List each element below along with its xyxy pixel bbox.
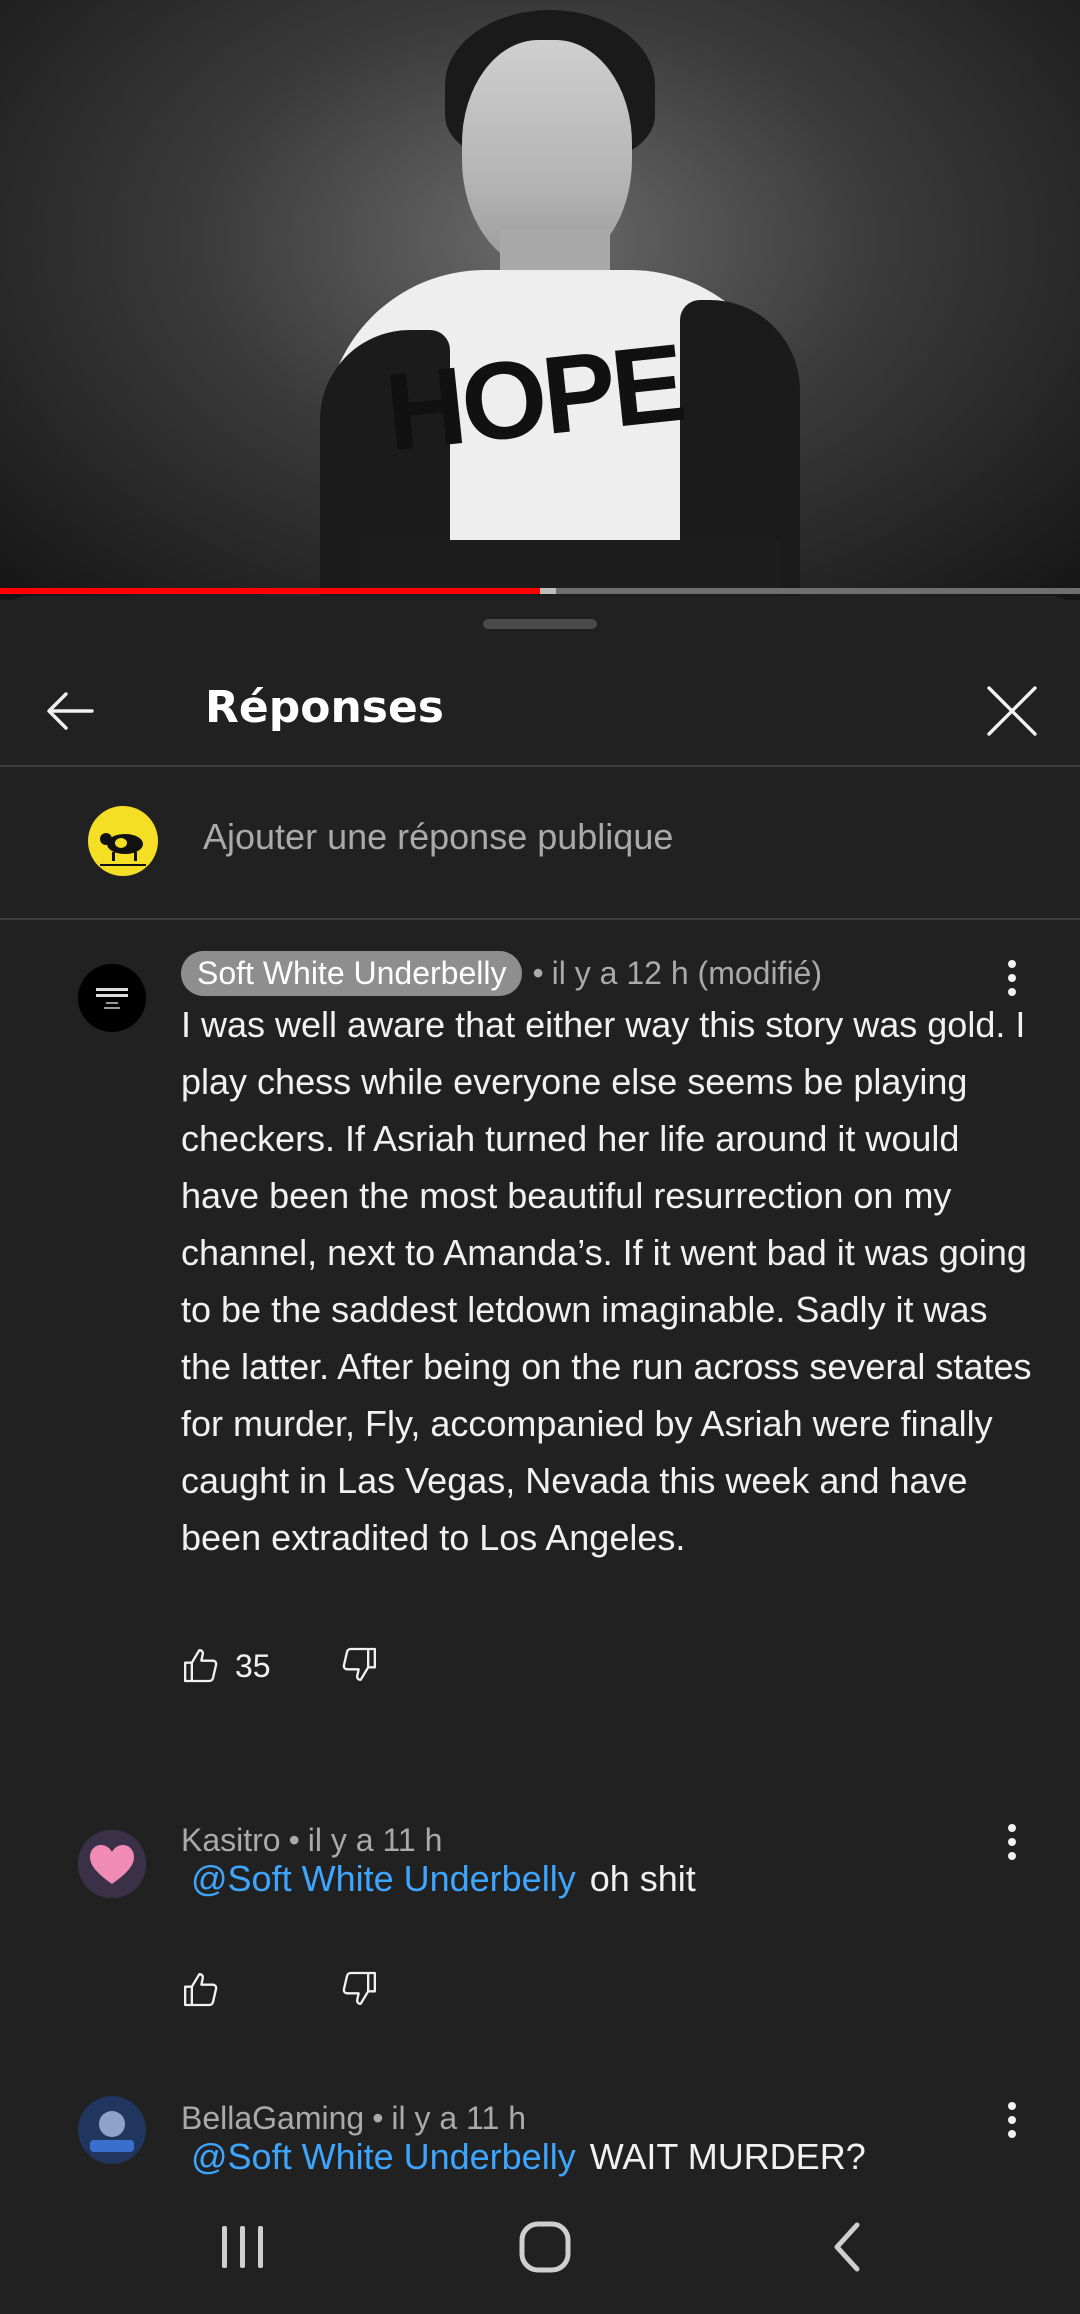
comment-text: @Soft White Underbelly WAIT MURDER? (181, 2128, 1041, 2178)
reply-input[interactable]: Ajouter une réponse publique (203, 816, 673, 858)
thumb-down-icon (342, 1647, 376, 1681)
channel-logo-icon (96, 988, 128, 1009)
thumb-down-icon (342, 1971, 376, 2005)
avatar (88, 806, 158, 876)
close-icon (987, 686, 1037, 736)
thumb-up-icon (184, 1649, 218, 1683)
home-button[interactable] (485, 2202, 605, 2292)
drag-handle[interactable] (483, 619, 597, 629)
recents-button[interactable] (183, 2202, 303, 2292)
comment-item: BellaGaming • il y a 11 h @Soft White Un… (0, 2096, 1080, 2178)
avatar[interactable] (78, 2096, 146, 2164)
nav-back-icon (834, 2222, 860, 2272)
comment-text: I was well aware that either way this st… (181, 1004, 1032, 1558)
panel-title: Réponses (205, 682, 444, 733)
heart-icon (78, 1830, 146, 1898)
comment-actions: 35 (181, 1636, 376, 1696)
dislike-button[interactable] (339, 1644, 379, 1689)
comment-time: il y a 12 h (modifié) (551, 954, 822, 991)
comment-text-content: oh shit (589, 1858, 696, 1899)
meta-separator: • (532, 954, 544, 991)
like-count: 35 (235, 1647, 271, 1684)
like-button[interactable]: 35 (181, 1646, 271, 1686)
more-vert-icon (1008, 960, 1016, 996)
video-progress-played (0, 588, 540, 594)
mention-link[interactable]: @Soft White Underbelly (191, 1858, 576, 1899)
thumb-up-icon (184, 1973, 218, 2007)
cow-logo-icon (100, 833, 146, 866)
back-arrow-icon (47, 692, 94, 730)
home-icon (519, 2221, 571, 2273)
gaming-avatar-icon (78, 2096, 146, 2164)
nav-back-button[interactable] (787, 2202, 907, 2292)
comment-meta: Soft White Underbelly • il y a 12 h (mod… (181, 948, 822, 998)
comment-author[interactable]: Soft White Underbelly (181, 950, 523, 996)
comment-actions (181, 1960, 376, 2020)
mention-link[interactable]: @Soft White Underbelly (191, 2136, 576, 2177)
recents-icon (222, 2226, 263, 2268)
avatar[interactable] (78, 1830, 146, 1898)
like-button[interactable] (181, 1970, 235, 2010)
comment-text-content: WAIT MURDER? (589, 2136, 866, 2177)
video-player[interactable]: HOPE (0, 0, 1080, 600)
comment-text: @Soft White Underbelly oh shit (181, 1850, 1041, 1907)
panel-header: Réponses (0, 656, 1080, 766)
add-reply-row[interactable]: Ajouter une réponse publique (0, 766, 1080, 916)
replies-panel: Réponses Ajouter une réponse publique So… (0, 596, 1080, 2314)
close-button[interactable] (972, 676, 1052, 746)
avatar[interactable] (78, 964, 146, 1032)
system-nav-bar (0, 2180, 1080, 2314)
dislike-button[interactable] (339, 1968, 379, 2013)
reply-divider (0, 918, 1080, 920)
video-progress-buffered (540, 588, 557, 594)
screen: HOPE Réponses Ajouter une réponse publiq… (0, 0, 1080, 2314)
back-button[interactable] (30, 676, 110, 746)
video-progress-bar[interactable] (0, 588, 1080, 594)
